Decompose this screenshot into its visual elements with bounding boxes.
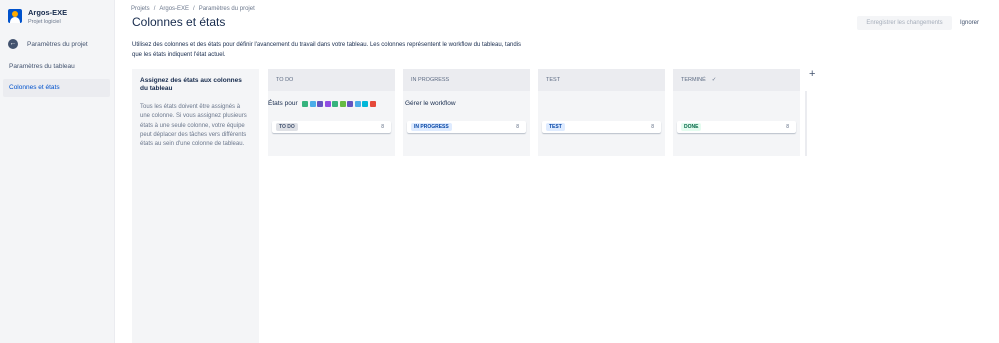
project-header[interactable]: Argos-EXE Projet logiciel [8,8,67,26]
plus-icon: + [809,68,816,80]
info-panel: Assignez des états aux colonnes du table… [132,69,259,343]
check-icon: ✓ [711,77,717,83]
column-header-in-progress[interactable]: IN PROGRESS [403,69,530,91]
discard-button[interactable]: Ignorer [960,16,979,30]
project-type: Projet logiciel [28,19,61,25]
new-feature-icon [339,100,346,107]
epic-icon [324,100,331,107]
page-description: Utilisez des colonnes et des états pour … [132,42,522,58]
columns-board: Assignez des états aux colonnes du table… [132,68,824,343]
column-name: TO DO [276,77,294,83]
status-card-todo[interactable]: TO DO 8 [272,121,391,133]
info-title: Assignez des états aux colonnes du table… [140,77,242,92]
sidebar-item-columns-states[interactable]: Colonnes et états [3,79,110,97]
sidebar-item-board-settings[interactable]: Paramètres du tableau [3,58,110,76]
add-column-button[interactable]: + [807,68,824,156]
manage-workflow-link[interactable]: Gérer le workflow [405,100,456,107]
states-for-row: États pour [268,100,376,107]
subtask-icon [317,100,324,107]
status-lozenge: TO DO [276,123,298,131]
project-name: Argos-EXE [28,8,68,17]
column-name: TERMINÉ [681,77,706,83]
status-count: 8 [786,124,789,130]
board-column-test[interactable]: TEST TEST 8 [538,69,665,156]
status-card-test[interactable]: TEST 8 [542,121,661,133]
save-changes-button[interactable]: Enregistrer les changements [857,16,952,30]
main-content: Projets / Argos-EXE / Paramètres du projet C… [115,0,999,343]
issue-type-icons [301,100,376,107]
board-column-in-progress[interactable]: IN PROGRESS IN PROGRESS 8 [403,69,530,156]
status-card-done[interactable]: DONE 8 [677,121,796,133]
breadcrumb-projects[interactable]: Projets [131,6,150,12]
back-label: Paramètres du projet [27,40,88,48]
bug-icon [369,100,376,107]
breadcrumb: Projets / Argos-EXE / Paramètres du projet [131,6,255,12]
column-header-todo[interactable]: TO DO [268,69,395,91]
project-avatar-icon [8,9,22,23]
info-text: Tous les états doivent être assignés à u… [140,104,247,148]
column-header-test[interactable]: TEST [538,69,665,91]
status-count: 8 [651,124,654,130]
board-column-todo[interactable]: TO DO TO DO 8 [268,69,395,156]
states-label: États pour [268,100,298,107]
issue-icon [347,100,354,107]
breadcrumb-project[interactable]: Argos-EXE [159,6,189,12]
question-icon [362,100,369,107]
page-title: Colonnes et états [132,15,226,29]
breadcrumb-project-settings[interactable]: Paramètres du projet [199,6,255,12]
status-card-in-progress[interactable]: IN PROGRESS 8 [407,121,526,133]
story-icon [302,100,309,107]
status-lozenge: DONE [681,123,702,131]
column-header-done[interactable]: TERMINÉ ✓ [673,69,800,91]
task-icon [309,100,316,107]
status-count: 8 [381,124,384,130]
column-name: TEST [546,77,561,83]
board-column-done[interactable]: TERMINÉ ✓ DONE 8 [673,69,800,156]
arrow-left-icon: ← [8,39,18,49]
status-lozenge: IN PROGRESS [411,123,452,131]
change-icon [354,100,361,107]
improvement-icon [332,100,339,107]
project-sidebar: Argos-EXE Projet logiciel ← Paramètres d… [0,0,115,343]
status-lozenge: TEST [546,123,565,131]
column-name: IN PROGRESS [411,77,450,83]
status-count: 8 [516,124,519,130]
back-to-project-settings[interactable]: ← Paramètres du projet [8,39,88,49]
